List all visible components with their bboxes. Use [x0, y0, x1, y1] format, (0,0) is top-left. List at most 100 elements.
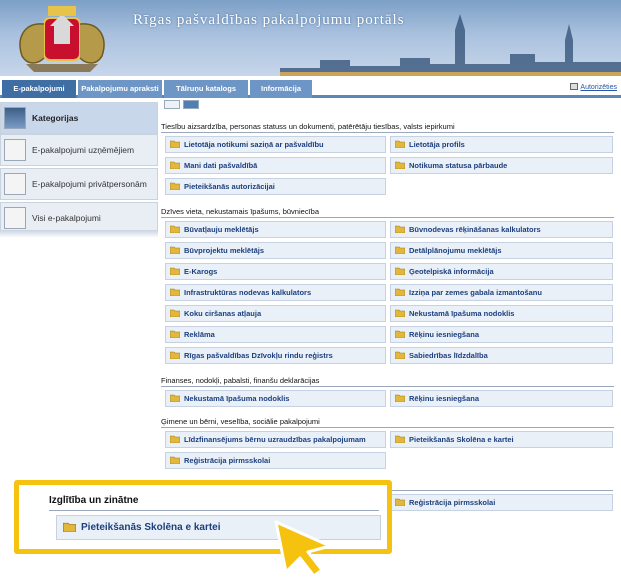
riga-skyline-image: [280, 14, 621, 76]
sidebar-item-kategorijas[interactable]: Kategorijas: [0, 102, 158, 134]
service-link-label: Būvprojektu meklētājs: [184, 246, 265, 255]
service-link-label: Notikuma statusa pārbaude: [409, 161, 508, 170]
category-divider: [161, 386, 614, 387]
category-divider: [49, 510, 379, 511]
service-link[interactable]: Infrastruktūras nodevas kalkulators: [165, 284, 386, 301]
folder-icon: [170, 394, 180, 402]
service-link[interactable]: Sabiedrības līdzdalība: [390, 347, 613, 364]
printer-icon: [570, 83, 579, 90]
folder-icon: [395, 309, 405, 317]
folder-icon: [170, 225, 180, 233]
service-link-label: Līdzfinansējums bērnu uzraudzības pakalp…: [184, 435, 366, 444]
folder-icon: [395, 161, 405, 169]
service-link[interactable]: Reģistrācija pirmsskolai: [165, 452, 386, 469]
service-link[interactable]: Pieteikšanās autorizācijai: [165, 178, 386, 195]
sidebar-item-label: E-pakalpojumi privātpersonām: [32, 179, 147, 189]
service-link-label: Nekustamā īpašuma nodoklis: [409, 309, 515, 318]
folder-icon: [395, 435, 405, 443]
service-link[interactable]: Lietotāja profils: [390, 136, 613, 153]
service-link-label: Rīgas pašvaldības Dzīvokļu rindu reģistr…: [184, 351, 333, 360]
category-title: Tiesību aizsardzība, personas statuss un…: [161, 122, 455, 131]
service-link[interactable]: Nekustamā īpašuma nodoklis: [390, 305, 613, 322]
category-divider: [161, 132, 614, 133]
category-title: Ģimene un bērni, veselība, sociālie paka…: [161, 417, 320, 426]
tab-pakalpojumu-apraksti[interactable]: Pakalpojumu apraksti: [78, 80, 162, 98]
folder-icon: [63, 522, 76, 532]
tab-e-pakalpojumi[interactable]: E-pakalpojumi: [2, 80, 76, 98]
folder-icon: [395, 394, 405, 402]
folder-icon: [170, 246, 180, 254]
service-link-label: Lietotāja profils: [409, 140, 465, 149]
folder-icon: [170, 435, 180, 443]
list-view-toggle[interactable]: [164, 100, 180, 109]
service-link[interactable]: Koku ciršanas atļauja: [165, 305, 386, 322]
service-link[interactable]: Līdzfinansējums bērnu uzraudzības pakalp…: [165, 431, 386, 448]
service-link[interactable]: Rēķinu iesniegšana: [390, 326, 613, 343]
header-banner: Rīgas pašvaldības pakalpojumu portāls: [0, 0, 621, 76]
document-icon: [4, 207, 26, 229]
folder-icon: [395, 140, 405, 148]
business-person-icon: [4, 139, 26, 161]
service-link[interactable]: Reklāma: [165, 326, 386, 343]
service-link-label: Rēķinu iesniegšana: [409, 330, 480, 339]
sidebar-item-uznemejiem[interactable]: E-pakalpojumi uzņēmējiem: [0, 134, 158, 166]
service-link-label: Mani dati pašvaldībā: [184, 161, 258, 170]
service-link-label: Būvnodevas rēķināšanas kalkulators: [409, 225, 541, 234]
service-link[interactable]: Detālplānojumu meklētājs: [390, 242, 613, 259]
folder-icon: [170, 267, 180, 275]
category-divider: [390, 490, 613, 491]
service-link-label: Izziņa par zemes gabala izmantošanu: [409, 288, 542, 297]
service-link-label: Detālplānojumu meklētājs: [409, 246, 502, 255]
service-link[interactable]: Būvatļauju meklētājs: [165, 221, 386, 238]
service-link-label: Pieteikšanās Skolēna e kartei: [81, 522, 221, 533]
service-link-label: Nekustamā īpašuma nodoklis: [184, 394, 290, 403]
service-link[interactable]: Notikuma statusa pārbaude: [390, 157, 613, 174]
sidebar-item-privatpersonam[interactable]: E-pakalpojumi privātpersonām: [0, 168, 158, 200]
service-link[interactable]: Rīgas pašvaldības Dzīvokļu rindu reģistr…: [165, 347, 386, 364]
sidebar-item-label: Visi e-pakalpojumi: [32, 213, 101, 223]
sidebar-shadow: [0, 230, 158, 238]
folder-icon: [395, 351, 405, 359]
folder-icon: [395, 288, 405, 296]
folder-icon: [395, 225, 405, 233]
folder-icon: [170, 140, 180, 148]
category-divider: [161, 217, 614, 218]
service-link-label: Reģistrācija pirmsskolai: [409, 498, 496, 507]
category-title: Izglītība un zinātne: [49, 495, 139, 506]
service-link-label: Reklāma: [184, 330, 215, 339]
folder-icon: [395, 246, 405, 254]
sidebar-item-label: Kategorijas: [32, 113, 79, 123]
folder-icon: [395, 330, 405, 338]
category-divider: [161, 427, 614, 428]
service-link-label: Pieteikšanās autorizācijai: [184, 182, 275, 191]
service-link[interactable]: Izziņa par zemes gabala izmantošanu: [390, 284, 613, 301]
service-link[interactable]: Rēķinu iesniegšana: [390, 390, 613, 407]
grid-view-toggle[interactable]: [183, 100, 199, 109]
service-link-label: Ģeotelpiskā informācija: [409, 267, 494, 276]
service-link-label: Reģistrācija pirmsskolai: [184, 456, 271, 465]
service-link[interactable]: Ģeotelpiskā informācija: [390, 263, 613, 280]
service-link[interactable]: Pieteikšanās Skolēna e kartei: [390, 431, 613, 448]
view-switch: [164, 100, 204, 111]
tab-informacija[interactable]: Informācija: [250, 80, 312, 98]
tab-talrunu-katalogs[interactable]: Tālruņu katalogs: [164, 80, 248, 98]
service-link[interactable]: Būvprojektu meklētājs: [165, 242, 386, 259]
folder-icon: [170, 351, 180, 359]
service-link-label: Pieteikšanās Skolēna e kartei: [409, 435, 514, 444]
folder-icon: [170, 330, 180, 338]
service-link[interactable]: Būvnodevas rēķināšanas kalkulators: [390, 221, 613, 238]
folder-icon: [170, 182, 180, 190]
service-link[interactable]: Nekustamā īpašuma nodoklis: [165, 390, 386, 407]
service-link-label: Koku ciršanas atļauja: [184, 309, 262, 318]
login-link[interactable]: Autorizēties: [570, 83, 617, 91]
sidebar-item-label: E-pakalpojumi uzņēmējiem: [32, 145, 135, 155]
riga-coat-of-arms-icon: [19, 6, 105, 72]
pointer-cursor-icon: [274, 520, 332, 578]
folder-icon: [170, 161, 180, 169]
folder-icon: [170, 288, 180, 296]
service-link[interactable]: Mani dati pašvaldībā: [165, 157, 386, 174]
service-link[interactable]: Reģistrācija pirmsskolai: [390, 494, 613, 511]
service-link[interactable]: Lietotāja notikumi saziņā ar pašvaldību: [165, 136, 386, 153]
service-link-label: Lietotāja notikumi saziņā ar pašvaldību: [184, 140, 324, 149]
service-link[interactable]: E-Karogs: [165, 263, 386, 280]
